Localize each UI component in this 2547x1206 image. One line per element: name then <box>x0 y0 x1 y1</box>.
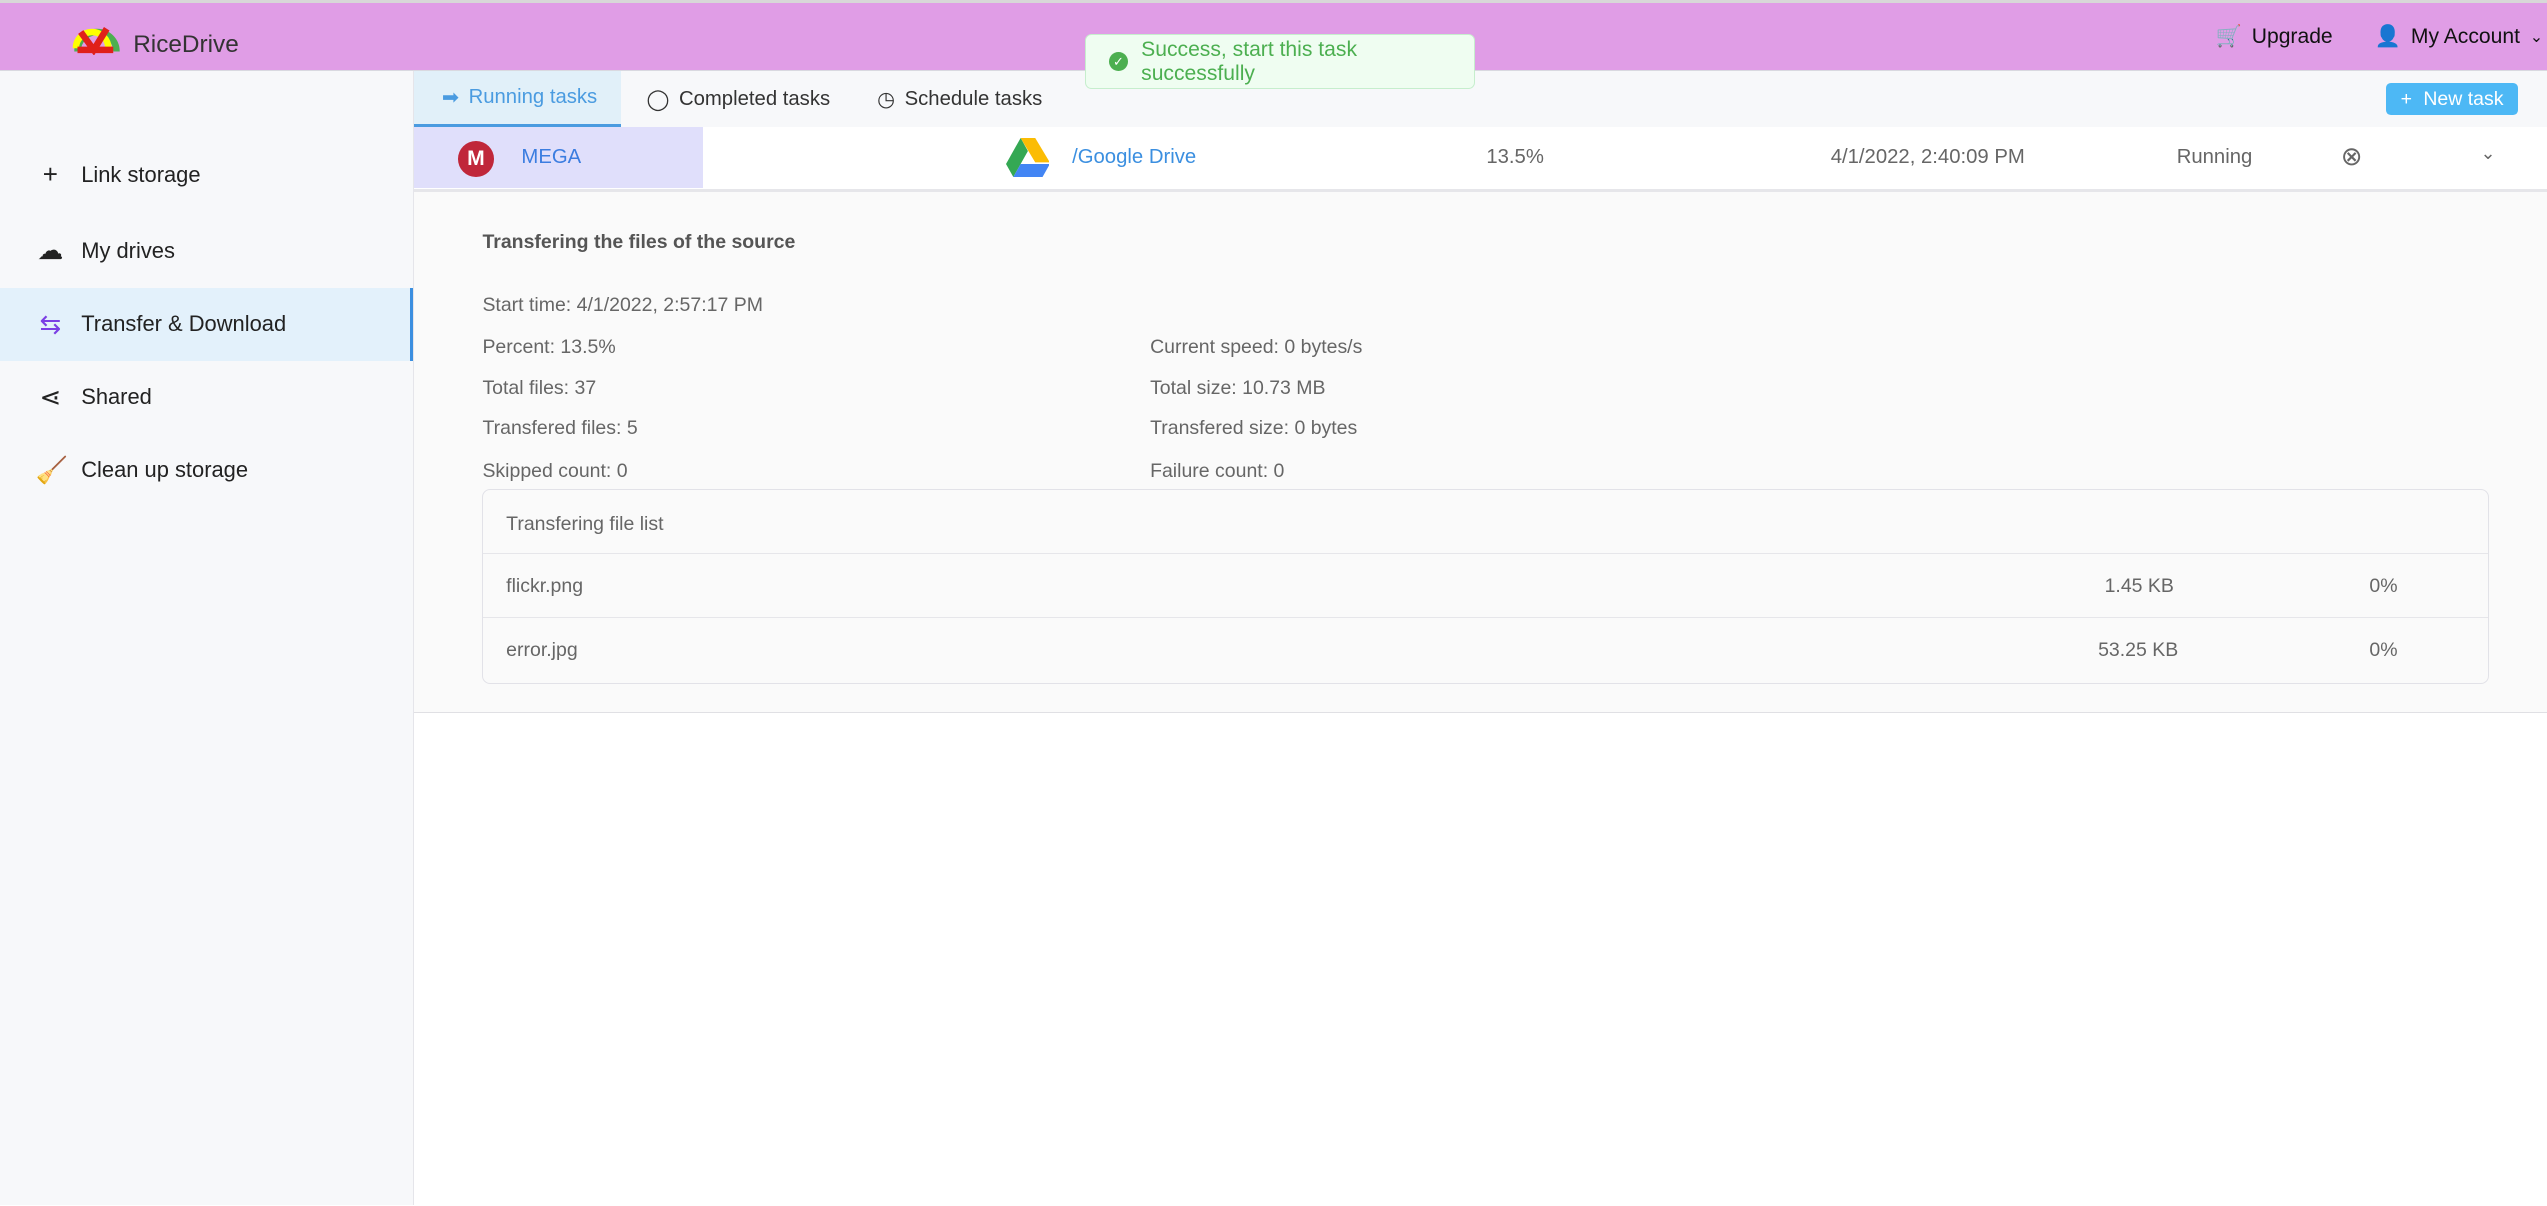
sidebar-item-label: Clean up storage <box>81 457 249 483</box>
expand-chevron-icon[interactable]: ⌄ <box>2480 143 2495 164</box>
total-size: Total size: 10.73 MB <box>1150 376 1326 399</box>
upgrade-label: Upgrade <box>2251 24 2333 48</box>
tab-label: Schedule tasks <box>904 87 1043 110</box>
tab-schedule-tasks[interactable]: ◷ Schedule tasks <box>877 71 1042 126</box>
sidebar-item-label: My drives <box>81 237 175 263</box>
skipped-count: Skipped count: 0 <box>482 459 628 482</box>
file-name: error.jpg <box>506 638 578 661</box>
sidebar-item-label: Link storage <box>81 161 201 187</box>
sidebar-item-label: Transfer & Download <box>81 311 287 337</box>
task-percent: 13.5% <box>1486 146 1544 169</box>
new-task-button[interactable]: + New task <box>2386 82 2518 116</box>
file-progress: 0% <box>2369 575 2398 598</box>
file-row: error.jpg 53.25 KB 0% <box>483 616 2488 680</box>
sidebar-item-shared[interactable]: ⋖ Shared <box>0 361 413 434</box>
current-speed: Current speed: 0 bytes/s <box>1150 336 1363 359</box>
account-label: My Account <box>2410 24 2521 48</box>
clock-icon: ◷ <box>877 88 895 111</box>
sidebar-item-label: Shared <box>81 384 152 410</box>
detail-title: Transfering the files of the source <box>482 230 796 253</box>
cancel-task-icon[interactable]: ⊗ <box>2341 141 2363 172</box>
file-list: Transfering file list flickr.png 1.45 KB… <box>482 488 2489 684</box>
tab-running-tasks[interactable]: ➡ Running tasks <box>414 71 621 127</box>
sidebar-item-link-storage[interactable]: + Link storage <box>0 138 413 211</box>
my-account-menu[interactable]: 👤 My Account ⌄ <box>2375 24 2544 49</box>
source-name: MEGA <box>521 146 582 169</box>
tab-label: Running tasks <box>468 86 598 109</box>
cart-icon: 🛒 <box>2215 25 2242 49</box>
cloud-icon: ☁ <box>37 235 64 266</box>
transfered-size: Transfered size: 0 bytes <box>1150 417 1358 440</box>
toast-message: Success, start this task successfully <box>1141 37 1357 85</box>
tab-label: Completed tasks <box>678 87 831 110</box>
start-time: Start time: 4/1/2022, 2:57:17 PM <box>482 294 763 316</box>
file-row: flickr.png 1.45 KB 0% <box>483 553 2488 616</box>
brand-name: RiceDrive <box>133 30 239 58</box>
task-status: Running <box>2176 146 2253 169</box>
sidebar-item-transfer[interactable]: ⇆ Transfer & Download <box>0 287 413 361</box>
percent: Percent: 13.5% <box>482 336 616 359</box>
upgrade-link[interactable]: 🛒 Upgrade <box>2216 24 2333 49</box>
plus-icon: + <box>42 159 58 190</box>
transfer-icon: ⇆ <box>39 308 62 339</box>
transfered-files: Transfered files: 5 <box>482 417 638 440</box>
file-list-title: Transfering file list <box>506 512 664 535</box>
chevron-down-icon: ⌄ <box>2529 27 2544 46</box>
failure-count: Failure count: 0 <box>1150 459 1285 482</box>
user-icon: 👤 <box>2374 25 2402 49</box>
source-cell: M MEGA <box>414 126 704 189</box>
plus-icon: + <box>2400 87 2412 110</box>
file-progress: 0% <box>2369 638 2398 661</box>
broom-icon: 🧹 <box>35 454 69 485</box>
success-toast: ✓ Success, start this task successfully <box>1085 34 1475 90</box>
file-size: 1.45 KB <box>2104 575 2174 598</box>
new-task-label: New task <box>2423 87 2504 110</box>
sidebar-item-my-drives[interactable]: ☁ My drives <box>0 214 413 287</box>
task-tabs: ➡ Running tasks ◯ Completed tasks ◷ Schedul… <box>414 71 2547 127</box>
check-circle-icon: ◯ <box>646 88 670 111</box>
sidebar: + Link storage ☁ My drives ⇆ Transfer & Dow… <box>0 71 415 1206</box>
share-icon: ⋖ <box>39 381 62 412</box>
destination-link[interactable]: /Google Drive <box>1072 146 1196 169</box>
task-detail-panel: Transfering the files of the source Star… <box>414 191 2547 714</box>
task-row[interactable]: M MEGA /Google Drive 13.5% 4/1/2022, 2:4… <box>414 126 2547 192</box>
ricedrive-logo <box>73 27 121 55</box>
file-name: flickr.png <box>506 575 584 598</box>
google-drive-icon <box>1005 138 1050 178</box>
sidebar-item-clean-up[interactable]: 🧹 Clean up storage <box>0 434 413 507</box>
mega-logo-icon: M <box>458 141 494 178</box>
task-time: 4/1/2022, 2:40:09 PM <box>1830 146 2025 169</box>
check-circle-icon: ✓ <box>1108 51 1129 72</box>
file-size: 53.25 KB <box>2098 638 2179 661</box>
tab-completed-tasks[interactable]: ◯ Completed tasks <box>647 71 831 126</box>
total-files: Total files: 37 <box>482 376 597 399</box>
arrow-right-icon: ➡ <box>441 87 459 110</box>
